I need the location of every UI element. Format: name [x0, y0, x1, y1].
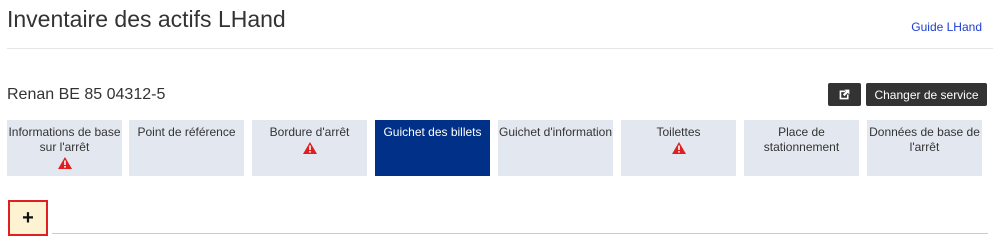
tab-label: Place de stationnement [763, 125, 840, 154]
header-divider [7, 48, 993, 49]
tab-bar: Informations de base sur l'arrêt Point d… [0, 120, 1000, 176]
export-button[interactable] [828, 83, 861, 106]
tab-reference-point[interactable]: Point de référence [129, 120, 244, 176]
external-export-icon [839, 89, 850, 100]
tab-label: Données de base de l'arrêt [869, 125, 980, 154]
tab-ticket-office[interactable]: Guichet des billets [375, 120, 490, 176]
tab-stop-border[interactable]: Bordure d'arrêt [252, 120, 367, 176]
warning-icon [671, 142, 686, 154]
tab-label: Informations de base sur l'arrêt [8, 125, 121, 154]
guide-link[interactable]: Guide LHand [911, 20, 982, 34]
page-title: Inventaire des actifs LHand [7, 6, 286, 32]
tab-info-desk[interactable]: Guichet d'information [498, 120, 613, 176]
tab-label: Toilettes [656, 125, 701, 139]
add-button[interactable]: + [8, 200, 48, 236]
tab-parking[interactable]: Place de stationnement [744, 120, 859, 176]
content-divider [52, 233, 988, 234]
service-name: Renan BE 85 04312-5 [7, 86, 166, 103]
tab-stop-base-data[interactable]: Données de base de l'arrêt [867, 120, 982, 176]
tab-label: Point de référence [137, 125, 236, 139]
tab-label: Guichet des billets [383, 125, 482, 139]
tab-basic-info[interactable]: Informations de base sur l'arrêt [7, 120, 122, 176]
warning-icon [302, 142, 317, 154]
tab-label: Guichet d'information [498, 125, 612, 139]
change-service-button[interactable]: Changer de service [866, 83, 987, 106]
tab-toilets[interactable]: Toilettes [621, 120, 736, 176]
warning-icon [57, 157, 72, 169]
tab-label: Bordure d'arrêt [269, 125, 350, 139]
